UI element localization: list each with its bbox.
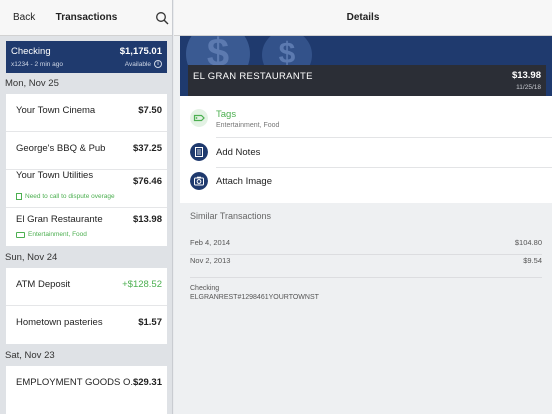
transaction-row[interactable]: El Gran Restaurante $13.98 Entertainment… [6,208,167,246]
transaction-date: 11/25/18 [516,84,541,91]
merchant-banner: $ $ EL GRAN RESTAURANTE $13.98 11/25/18 [180,36,552,96]
similar-row[interactable]: Nov 2, 2013 $9.54 [190,253,542,269]
transactions-title: Transactions [55,12,118,23]
tag-icon [16,231,25,238]
transaction-desc: EMPLOYMENT GOODS O... [16,377,139,388]
account-name: Checking [11,46,51,57]
similar-date: Nov 2, 2013 [190,256,231,265]
similar-amount: $9.54 [523,256,542,265]
transaction-row[interactable]: Your Town Utilities $76.46 Need to call … [6,170,167,208]
date-header: Sun, Nov 24 [5,252,58,263]
similar-date: Feb 4, 2014 [190,238,231,247]
similar-row[interactable]: Feb 4, 2014 $104.80 [190,235,542,251]
account-info-ref: ELGRANREST#1298461YOURTOWNST [190,294,319,301]
transactions-pane: Back Transactions Checking $1,175.01 x12… [0,0,173,414]
tags-label: Tags [216,109,237,120]
transaction-amount: $37.25 [132,143,162,154]
transactions-header: Back Transactions [0,0,172,36]
info-icon[interactable]: i [154,60,162,68]
details-header: Details [174,0,552,36]
transaction-group: ATM Deposit +$128.52 Hometown pasteries … [6,268,167,344]
transaction-amount: $29.31 [132,377,162,388]
account-info-name: Checking [190,285,220,292]
similar-amount: $104.80 [514,238,542,247]
notes-icon [190,143,208,161]
transaction-tags: Entertainment, Food [16,231,87,238]
available-label: Available i [125,60,162,68]
account-sub: x1234 - 2 min ago [11,61,64,68]
divider [190,277,542,278]
divider [216,167,552,168]
note-icon [16,193,22,200]
transaction-amount: $1.57 [138,317,162,328]
add-notes-label: Add Notes [216,147,261,158]
account-info: Checking ELGRANREST#1298461YOURTOWNST [190,284,319,302]
transaction-summary: EL GRAN RESTAURANTE $13.98 11/25/18 [188,65,546,96]
transaction-desc: Your Town Cinema [16,105,96,116]
transaction-amount: $7.50 [138,105,162,116]
date-header: Sat, Nov 23 [5,350,55,361]
details-title: Details [346,12,380,23]
tags-text: Entertainment, Food [28,231,87,238]
tags-value: Entertainment, Food [216,122,280,129]
transaction-row[interactable]: EMPLOYMENT GOODS O... $29.31 [6,366,167,404]
attach-image-label: Attach Image [216,176,272,187]
transaction-row[interactable]: Your Town Cinema $7.50 [6,94,167,132]
transaction-row[interactable]: ATM Deposit +$128.52 [6,268,167,306]
similar-transactions-header: Similar Transactions [190,211,272,221]
transaction-group: Your Town Cinema $7.50 George's BBQ & Pu… [6,94,167,246]
transaction-amount: +$128.52 [122,279,162,290]
transaction-amount: $13.98 [511,70,541,81]
app: Back Transactions Checking $1,175.01 x12… [0,0,552,414]
transaction-desc: ATM Deposit [16,279,71,290]
similar-transactions-list: Feb 4, 2014 $104.80 Nov 2, 2013 $9.54 [180,228,552,278]
transaction-note: Need to call to dispute overage [16,193,115,200]
camera-icon [190,172,208,190]
details-pane: Details $ $ EL GRAN RESTAURANTE $13.98 1… [174,0,552,414]
transaction-row[interactable]: Hometown pasteries $1.57 [6,306,167,344]
date-header: Mon, Nov 25 [5,78,59,89]
divider [216,137,552,138]
available-text: Available [124,60,151,68]
note-text: Need to call to dispute overage [25,193,115,200]
transaction-row[interactable]: George's BBQ & Pub $37.25 [6,132,167,170]
transaction-group: EMPLOYMENT GOODS O... $29.31 [6,366,167,414]
tag-icon [190,109,208,127]
transaction-amount: $13.98 [132,214,162,225]
actions-card: Tags Entertainment, Food Add Notes Attac… [180,96,552,203]
transaction-amount: $76.46 [132,176,162,187]
transaction-desc: Hometown pasteries [16,317,103,328]
transaction-desc: George's BBQ & Pub [16,143,106,154]
account-card-checking[interactable]: Checking $1,175.01 x1234 - 2 min ago Ava… [6,41,167,73]
search-icon[interactable] [155,11,169,25]
attach-image-action[interactable]: Attach Image [180,169,552,197]
merchant-name: EL GRAN RESTAURANTE [193,71,313,82]
transaction-desc: Your Town Utilities [16,170,94,181]
account-balance: $1,175.01 [119,46,162,57]
tags-action[interactable]: Tags Entertainment, Food [180,106,552,134]
transaction-desc: El Gran Restaurante [16,214,103,225]
add-notes-action[interactable]: Add Notes [180,140,552,168]
